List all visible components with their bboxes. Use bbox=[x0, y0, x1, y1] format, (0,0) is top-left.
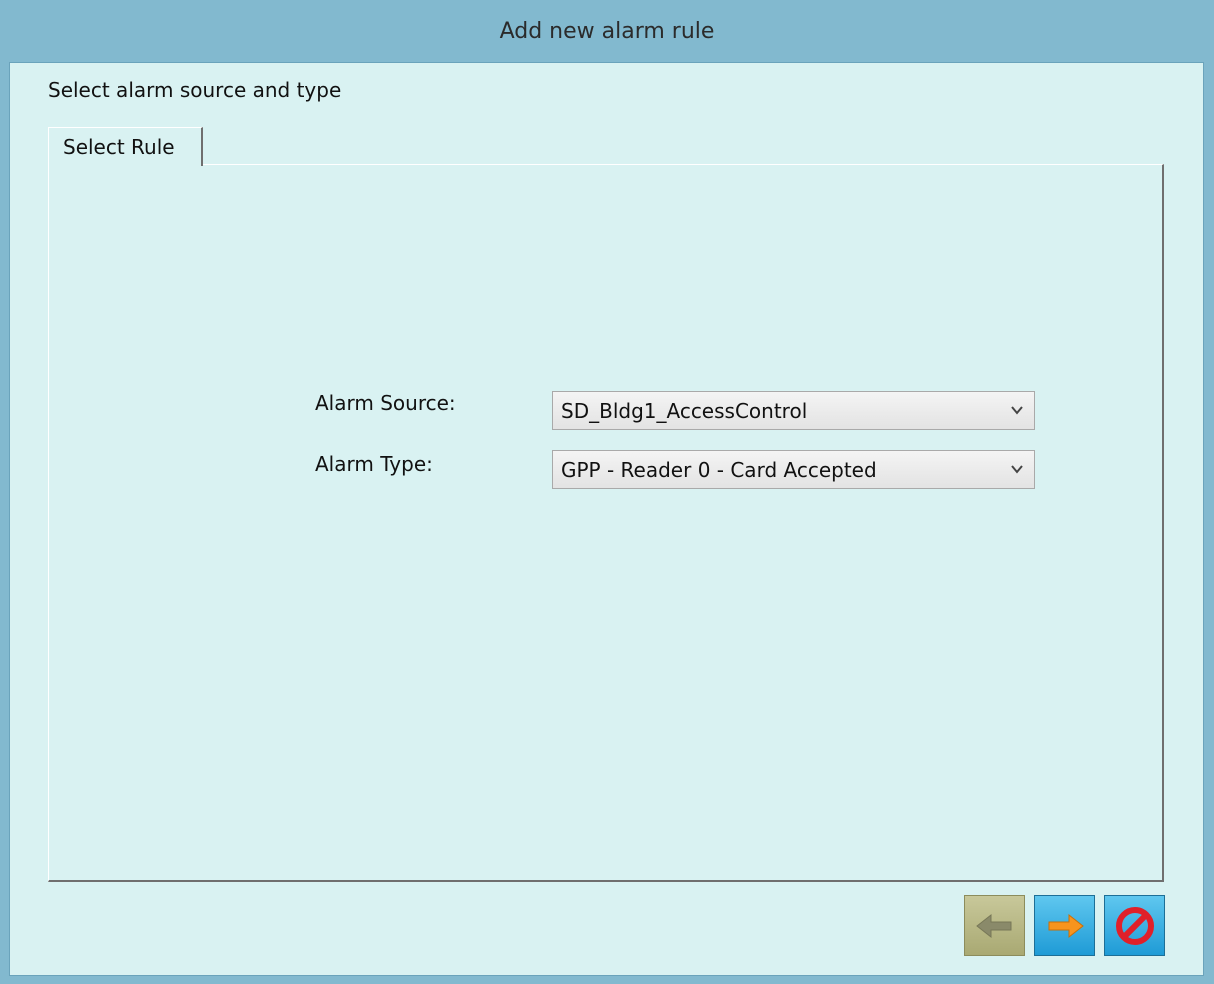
tab-select-rule[interactable]: Select Rule bbox=[48, 127, 203, 166]
cancel-button[interactable] bbox=[1104, 895, 1165, 956]
alarm-type-value: GPP - Reader 0 - Card Accepted bbox=[561, 457, 877, 482]
back-button[interactable] bbox=[964, 895, 1025, 956]
next-button[interactable] bbox=[1034, 895, 1095, 956]
alarm-type-select[interactable]: GPP - Reader 0 - Card Accepted bbox=[552, 450, 1035, 489]
alarm-source-select[interactable]: SD_Bldg1_AccessControl bbox=[552, 391, 1035, 430]
cancel-icon bbox=[1115, 906, 1154, 945]
alarm-source-value: SD_Bldg1_AccessControl bbox=[561, 398, 808, 423]
chevron-down-icon bbox=[1011, 465, 1023, 474]
alarm-type-label: Alarm Type: bbox=[315, 452, 433, 476]
dialog-body: Select alarm source and type Select Rule… bbox=[9, 62, 1204, 976]
tab-label: Select Rule bbox=[63, 135, 175, 159]
window-titlebar: Add new alarm rule bbox=[0, 0, 1214, 62]
alarm-source-label: Alarm Source: bbox=[315, 391, 456, 415]
arrow-left-icon bbox=[975, 913, 1011, 938]
chevron-down-icon bbox=[1011, 406, 1023, 415]
tab-panel-select-rule: Alarm Source: SD_Bldg1_AccessControl Ala… bbox=[48, 164, 1164, 882]
dialog-subtitle: Select alarm source and type bbox=[48, 78, 342, 102]
window-title: Add new alarm rule bbox=[499, 18, 715, 44]
arrow-right-icon bbox=[1048, 913, 1084, 938]
